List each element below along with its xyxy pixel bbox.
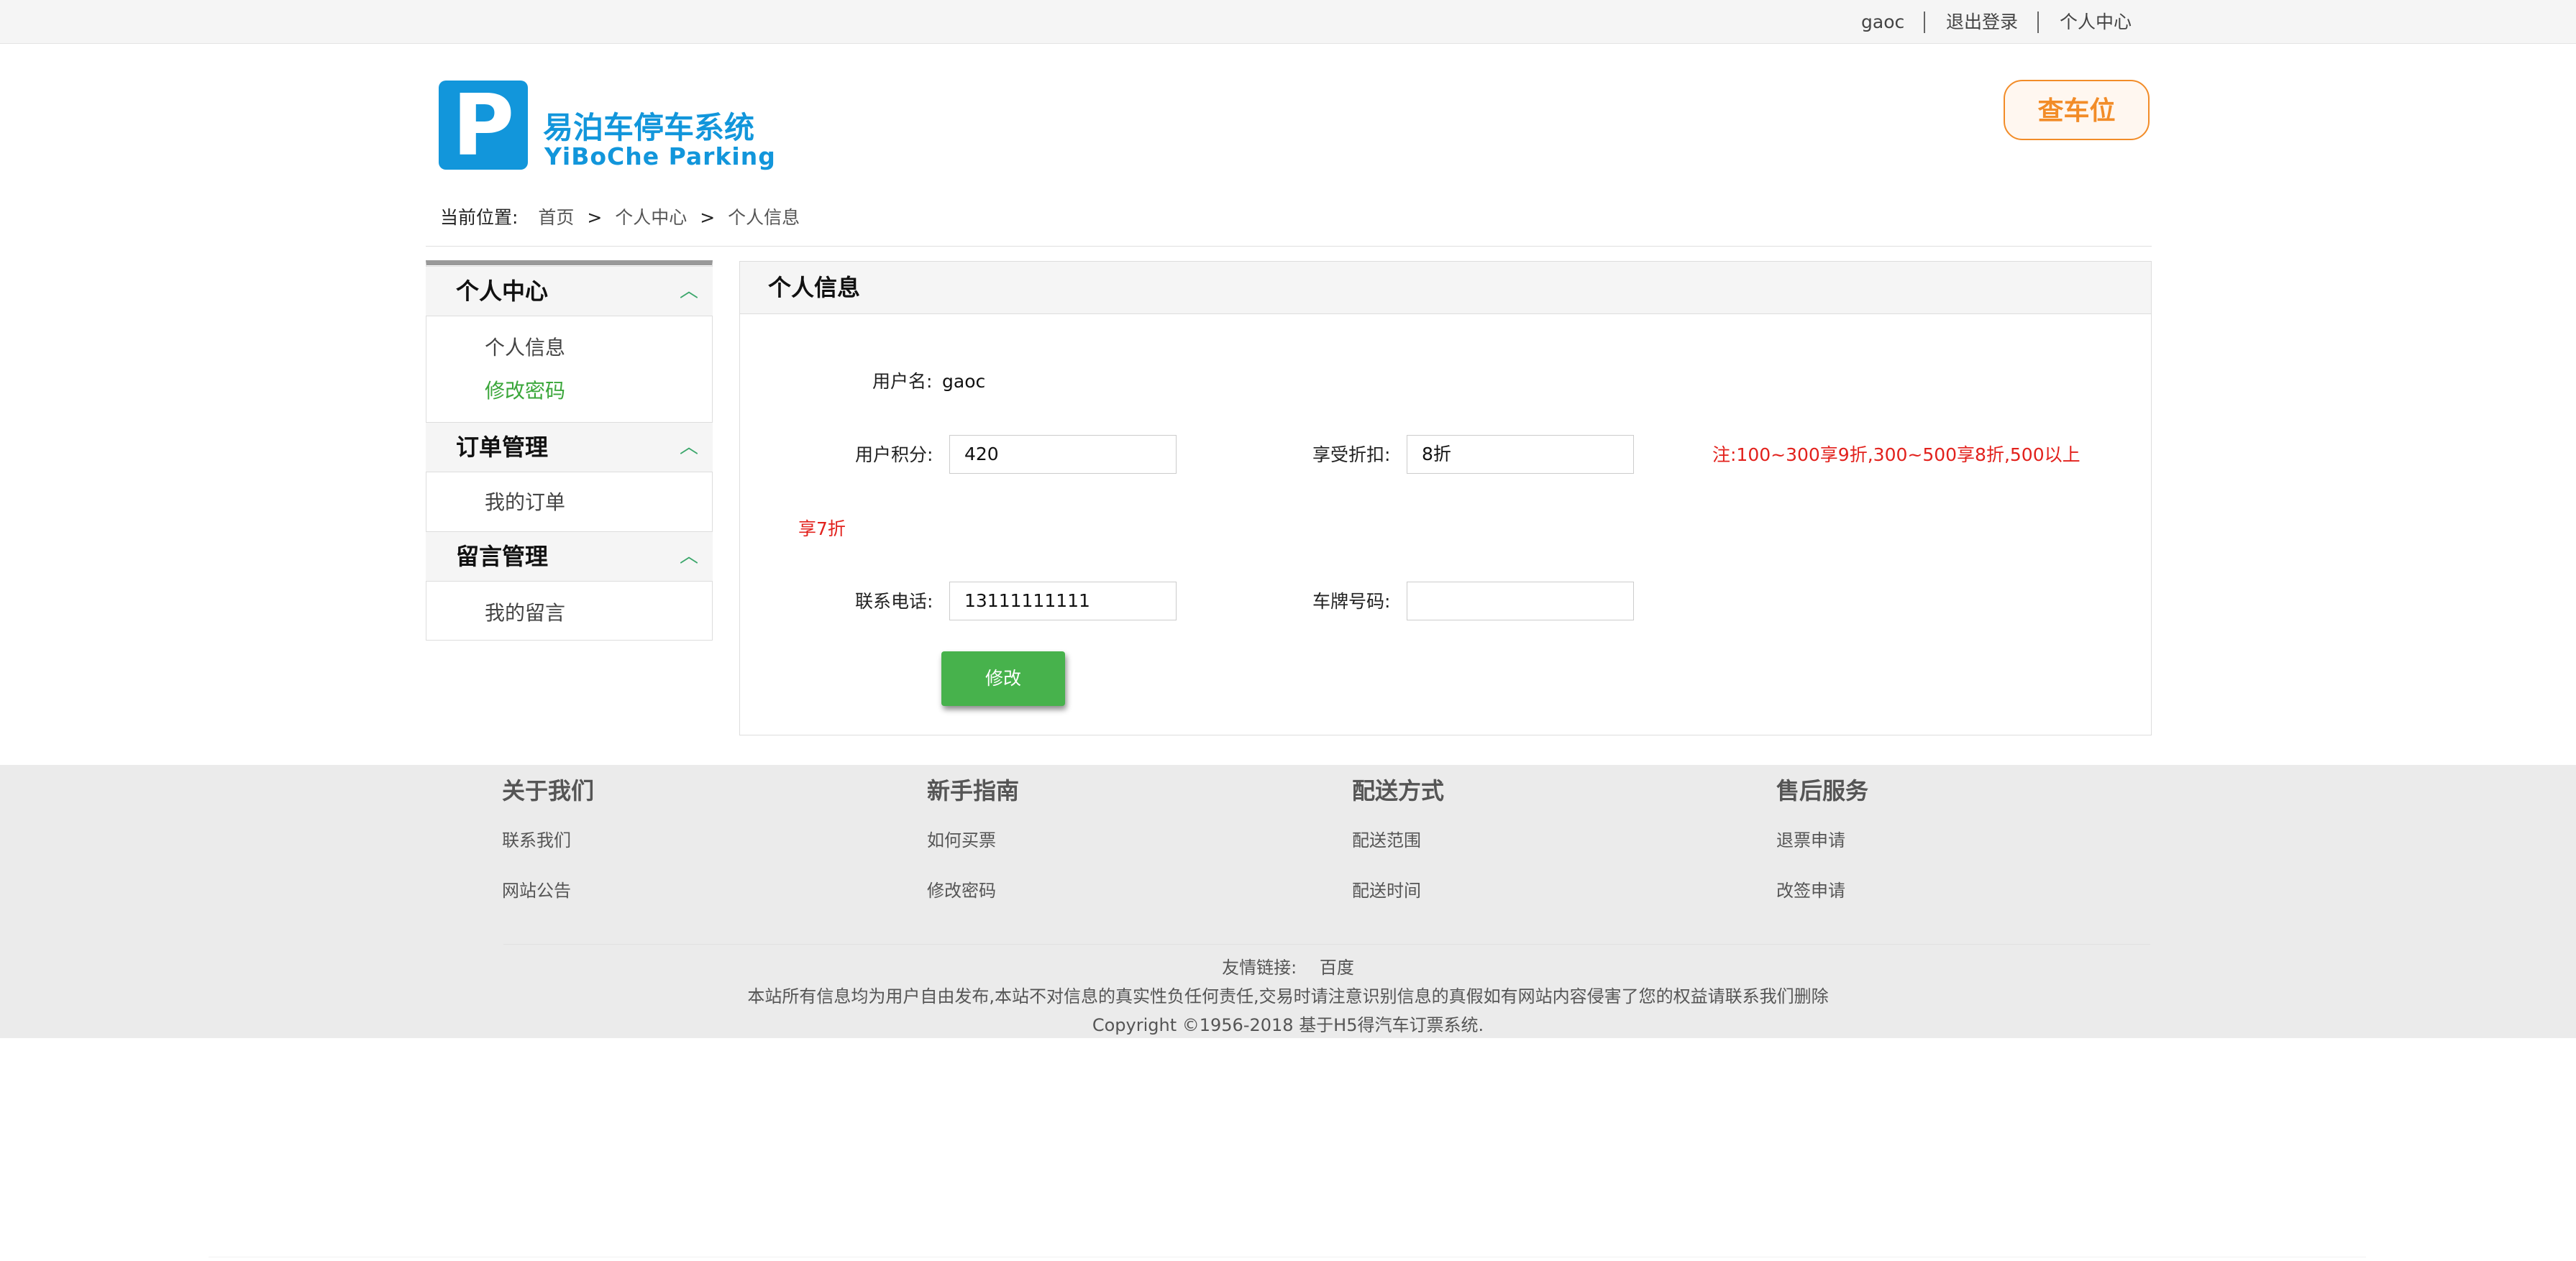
topbar-divider — [2037, 12, 2039, 33]
sidebar-item-change-password[interactable]: 修改密码 — [485, 377, 565, 405]
chevron-up-icon[interactable]: ︿ — [680, 531, 698, 582]
sidebar-item-my-messages[interactable]: 我的留言 — [485, 599, 565, 628]
discount-note: 注:100~300享9折,300~500享8折,500以上 — [1712, 444, 2081, 465]
logout-link[interactable]: 退出登录 — [1946, 10, 2018, 35]
logo-name-cn: 易泊车停车系统 — [543, 110, 755, 145]
username-label: 用户名: — [872, 371, 933, 392]
discount-label: 享受折扣: — [1312, 444, 1391, 465]
topbar-divider — [1924, 12, 1925, 33]
sidebar-section-title: 订单管理 — [456, 434, 549, 461]
save-profile-button[interactable]: 修改 — [941, 651, 1065, 706]
chevron-up-icon[interactable]: ︿ — [680, 266, 698, 316]
username-value: gaoc — [942, 371, 986, 392]
breadcrumb-separator: > — [587, 207, 603, 228]
panel-title: 个人信息 — [768, 274, 861, 301]
footer-column-title: 配送方式 — [1352, 777, 1445, 804]
friend-links: 友情链接: 百度 — [0, 955, 2576, 980]
footer-column-title: 新手指南 — [927, 777, 1020, 804]
find-parking-button[interactable]: 查车位 — [2004, 80, 2150, 140]
phone-label: 联系电话: — [855, 591, 933, 612]
sidebar-item-my-orders[interactable]: 我的订单 — [485, 488, 565, 517]
breadcrumb: 当前位置: 首页 > 个人中心 > 个人信息 — [440, 206, 800, 230]
user-center-link[interactable]: 个人中心 — [2060, 10, 2132, 35]
footer-link[interactable]: 配送时间 — [1352, 879, 1421, 903]
footer-link[interactable]: 配送范围 — [1352, 828, 1421, 853]
topbar-username-link[interactable]: gaoc — [1861, 10, 1904, 35]
footer-column-title: 售后服务 — [1776, 777, 1869, 804]
copyright-text: Copyright ©1956-2018 基于H5得汽车订票系统. — [1092, 1015, 1484, 1035]
divider — [503, 944, 2150, 945]
disclaimer-text: 本站所有信息均为用户自由发布,本站不对信息的真实性负任何责任,交易时请注意识别信… — [747, 986, 1829, 1006]
logo-name-en: YiBoChe Parking — [544, 142, 776, 170]
plate-label: 车牌号码: — [1312, 591, 1391, 612]
discount-note-continued: 享7折 — [798, 518, 846, 539]
breadcrumb-label: 当前位置: — [440, 207, 519, 228]
discount-field[interactable]: 8折 — [1407, 435, 1634, 474]
points-label: 用户积分: — [855, 444, 933, 465]
panel-header — [739, 261, 2152, 314]
friend-link-baidu[interactable]: 百度 — [1320, 958, 1354, 978]
breadcrumb-current: 个人信息 — [728, 207, 800, 228]
footer-link[interactable]: 改签申请 — [1776, 879, 1845, 903]
breadcrumb-separator: > — [700, 207, 716, 228]
top-bar — [0, 0, 2576, 44]
chevron-up-icon[interactable]: ︿ — [680, 422, 698, 472]
footer-link[interactable]: 如何买票 — [927, 828, 996, 853]
plate-field[interactable] — [1407, 582, 1634, 620]
footer-link[interactable]: 网站公告 — [502, 879, 571, 903]
breadcrumb-user-center-link[interactable]: 个人中心 — [615, 207, 687, 228]
sidebar-section-title: 个人中心 — [456, 278, 549, 305]
points-field[interactable]: 420 — [949, 435, 1177, 474]
friend-links-label: 友情链接: — [1222, 958, 1297, 978]
breadcrumb-home-link[interactable]: 首页 — [538, 207, 574, 228]
footer-column-title: 关于我们 — [502, 777, 595, 804]
footer-link[interactable]: 联系我们 — [502, 828, 571, 853]
footer-link[interactable]: 修改密码 — [927, 879, 996, 903]
logo-letter: P — [452, 75, 515, 175]
footer-link[interactable]: 退票申请 — [1776, 828, 1845, 853]
divider — [426, 246, 2152, 247]
phone-field[interactable]: 13111111111 — [949, 582, 1177, 620]
sidebar-section-title: 留言管理 — [456, 543, 549, 570]
sidebar-item-profile[interactable]: 个人信息 — [485, 334, 565, 362]
